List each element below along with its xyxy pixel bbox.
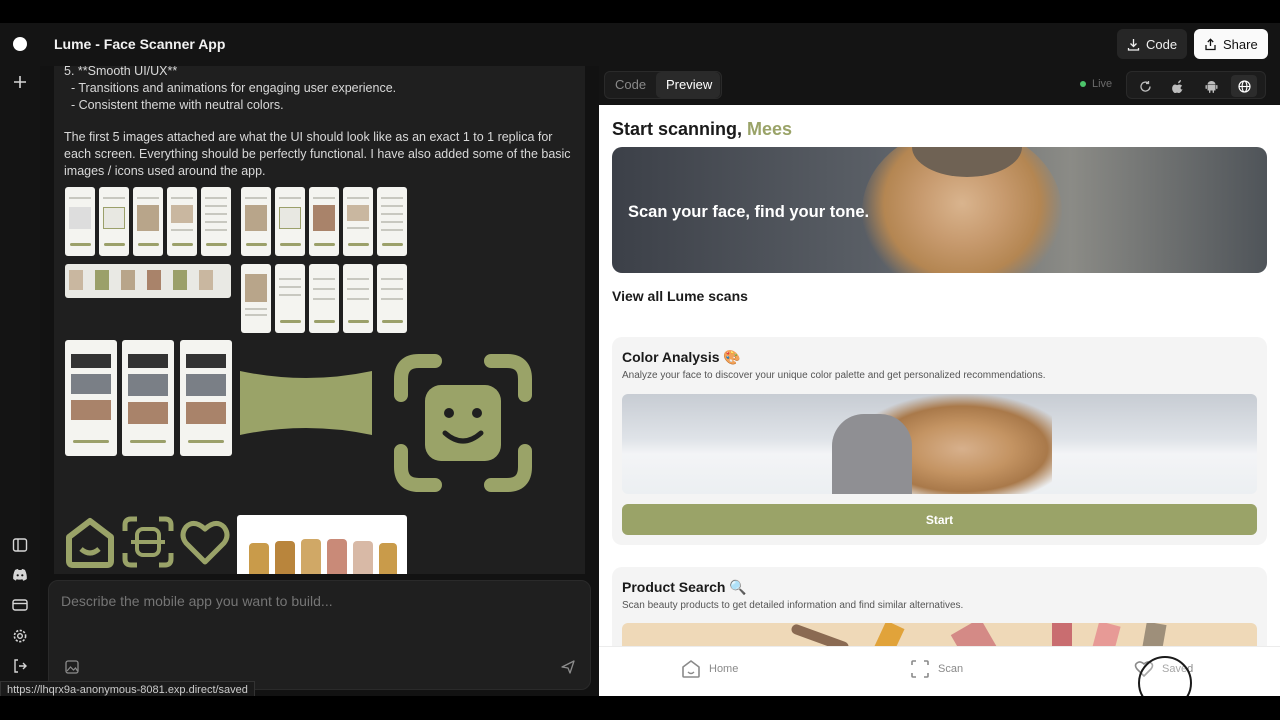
- attachment-thumbnail[interactable]: [167, 187, 197, 256]
- android-icon[interactable]: [1198, 75, 1224, 97]
- logout-icon[interactable]: [11, 657, 29, 675]
- live-indicator: Live: [1080, 78, 1112, 90]
- tab-code[interactable]: Code: [615, 72, 646, 98]
- card-title: Color Analysis 🎨: [622, 349, 741, 365]
- card-photo: [622, 394, 1257, 494]
- app-title: Lume - Face Scanner App: [54, 36, 226, 52]
- greeting-prefix: Start scanning,: [612, 119, 748, 139]
- attachment-thumbnail[interactable]: [377, 264, 407, 333]
- greeting-title: Start scanning, Mees: [612, 119, 792, 140]
- attachment-thumbnail[interactable]: [275, 264, 305, 333]
- prompt-input[interactable]: [61, 593, 561, 609]
- status-url: https://lhqrx9a-anonymous-8081.exp.direc…: [0, 681, 255, 696]
- sidebar-icon[interactable]: [11, 536, 29, 554]
- share-button[interactable]: Share: [1194, 29, 1268, 59]
- attachment-thumbnail[interactable]: [343, 264, 373, 333]
- chat-line: - Transitions and animations for engagin…: [64, 81, 397, 95]
- globe-icon[interactable]: [1231, 75, 1257, 97]
- app-preview[interactable]: Start scanning, Mees Scan your face, fin…: [599, 105, 1280, 696]
- image-icon[interactable]: [65, 660, 79, 674]
- apple-icon[interactable]: [1165, 75, 1191, 97]
- card-icon[interactable]: [11, 596, 29, 614]
- share-button-label: Share: [1223, 36, 1258, 52]
- live-label: Live: [1092, 78, 1113, 90]
- download-icon: [1127, 38, 1140, 51]
- face-scan-icon[interactable]: [391, 351, 535, 495]
- code-button[interactable]: Code: [1117, 29, 1188, 59]
- tab-scan[interactable]: Scan: [910, 657, 963, 681]
- send-icon[interactable]: [561, 660, 575, 674]
- banner-shape-image[interactable]: [240, 371, 372, 435]
- heart-icon[interactable]: [178, 515, 232, 569]
- gear-icon[interactable]: [11, 627, 29, 645]
- scan-icon: [911, 660, 929, 678]
- chat-line: 5. **Smooth UI/UX**: [64, 66, 178, 78]
- attachment-thumbnail[interactable]: [309, 187, 339, 256]
- scan-icon[interactable]: [121, 515, 175, 569]
- hero-banner[interactable]: Scan your face, find your tone.: [612, 147, 1267, 273]
- attachment-thumbnail[interactable]: [65, 340, 117, 456]
- logo-icon[interactable]: [13, 37, 27, 51]
- share-icon: [1205, 37, 1216, 50]
- platform-switcher: [1126, 71, 1266, 99]
- start-button[interactable]: Start: [622, 504, 1257, 535]
- home-icon[interactable]: [63, 515, 117, 569]
- section-title[interactable]: View all Lume scans: [612, 288, 748, 304]
- plus-icon[interactable]: [11, 73, 29, 91]
- tab-scan-label: Scan: [938, 663, 964, 675]
- card-subtitle: Scan beauty products to get detailed inf…: [622, 600, 964, 611]
- tab-home-label: Home: [709, 663, 739, 675]
- greeting-name: Mees: [747, 119, 793, 139]
- app-window: Lume - Face Scanner App Code Share 5. **…: [0, 23, 1280, 696]
- attachment-thumbnail[interactable]: [65, 264, 231, 298]
- code-button-label: Code: [1146, 36, 1178, 52]
- attachment-thumbnail[interactable]: [309, 264, 339, 333]
- attachment-thumbnail[interactable]: [241, 264, 271, 333]
- attachment-thumbnail[interactable]: [133, 187, 163, 256]
- chat-paragraph: The first 5 images attached are what the…: [64, 130, 571, 178]
- attachment-thumbnail[interactable]: [180, 340, 232, 456]
- rings-image[interactable]: [237, 515, 407, 574]
- attachment-thumbnail[interactable]: [275, 187, 305, 256]
- card-subtitle: Analyze your face to discover your uniqu…: [622, 370, 1046, 381]
- attachment-thumbnail[interactable]: [377, 187, 407, 256]
- attachment-thumbnail[interactable]: [343, 187, 373, 256]
- attachment-thumbnail[interactable]: [65, 187, 95, 256]
- attachment-thumbnail[interactable]: [241, 187, 271, 256]
- refresh-icon[interactable]: [1132, 75, 1158, 97]
- tab-home[interactable]: Home: [681, 657, 738, 681]
- chat-line: - Consistent theme with neutral colors.: [64, 98, 284, 112]
- prompt-composer: [48, 580, 591, 690]
- attachment-thumbnail[interactable]: [99, 187, 129, 256]
- tab-preview[interactable]: Preview: [656, 72, 720, 98]
- attachment-thumbnail[interactable]: [201, 187, 231, 256]
- home-icon: [682, 660, 700, 678]
- chat-history[interactable]: 5. **Smooth UI/UX** - Transitions and an…: [54, 66, 585, 574]
- view-tabs: Code Preview: [604, 71, 722, 99]
- color-analysis-card[interactable]: Color Analysis 🎨 Analyze your face to di…: [612, 337, 1267, 545]
- attachment-thumbnail[interactable]: [122, 340, 174, 456]
- live-dot-icon: [1080, 81, 1086, 87]
- hero-text: Scan your face, find your tone.: [628, 203, 870, 221]
- left-rail: [0, 23, 40, 696]
- card-title: Product Search 🔍: [622, 579, 747, 595]
- discord-icon[interactable]: [11, 566, 29, 584]
